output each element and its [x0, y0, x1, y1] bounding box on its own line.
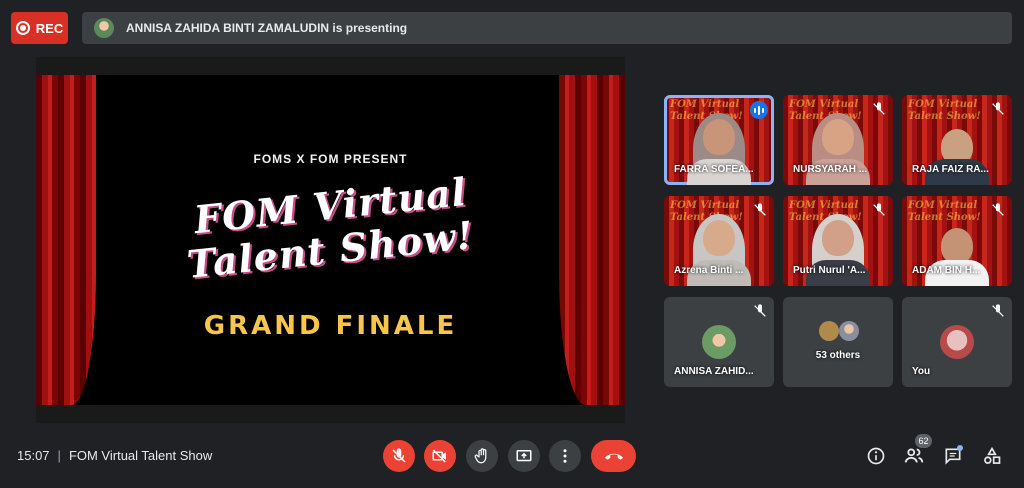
chat-notification-dot [957, 445, 963, 451]
mic-off-icon [754, 203, 766, 216]
presenter-avatar [94, 18, 114, 38]
meeting-time: 15:07 [17, 448, 50, 463]
mic-off-icon [873, 102, 885, 115]
participant-tile[interactable]: FOM Virtual Talent Show! FARRA SOFEA... [664, 95, 774, 185]
meeting-info-button[interactable] [864, 444, 888, 468]
participant-name: ADAM BIN H... [912, 265, 981, 276]
participant-avatar [702, 325, 736, 359]
slide-letterbox-bottom [36, 405, 625, 423]
end-call-icon [604, 453, 623, 460]
participant-count-badge: 62 [915, 434, 932, 448]
self-name: You [912, 366, 931, 377]
presenting-banner: ANNISA ZAHIDA BINTI ZAMALUDIN is present… [82, 12, 1012, 44]
meeting-title: FOM Virtual Talent Show [68, 448, 213, 463]
presentation-stage: FOMS X FOM PRESENT FOM Virtual Talent Sh… [36, 57, 625, 423]
others-count: 53 others [815, 350, 861, 361]
participant-tile[interactable]: FOM Virtual Talent Show! Azrena Binti ..… [664, 196, 774, 286]
activities-icon [984, 446, 1001, 464]
self-avatar [940, 325, 974, 359]
rec-label: REC [35, 20, 64, 36]
record-icon [15, 21, 30, 35]
slide-letterbox-top [36, 57, 625, 75]
participant-name: RAJA FAIZ RA... [912, 164, 989, 175]
participant-name: ANNISA ZAHID... [674, 366, 754, 377]
mic-off-icon [754, 304, 766, 317]
activities-button[interactable] [980, 444, 1004, 468]
mic-off-icon [992, 102, 1004, 115]
present-screen-icon [516, 450, 532, 462]
participant-tile[interactable]: FOM Virtual Talent Show! NURSYARAH ... [783, 95, 893, 185]
mic-toggle-button[interactable] [383, 440, 415, 472]
present-screen-button[interactable] [508, 440, 540, 472]
participant-name: Azrena Binti ... [674, 265, 744, 276]
separator: | [57, 448, 61, 463]
participant-tile[interactable]: FOM Virtual Talent Show! Putri Nurul 'A.… [783, 196, 893, 286]
speaking-icon [750, 101, 768, 119]
others-avatar [819, 321, 839, 341]
self-tile[interactable]: You [902, 297, 1012, 387]
participant-tile[interactable]: FOM Virtual Talent Show! RAJA FAIZ RA... [902, 95, 1012, 185]
more-options-icon [563, 449, 567, 463]
slide-finale: GRAND FINALE [203, 311, 458, 341]
more-options-button[interactable] [549, 440, 581, 472]
people-icon [904, 448, 924, 463]
others-avatar [839, 321, 859, 341]
participant-name: FARRA SOFEA... [674, 164, 754, 175]
mic-off-icon [873, 203, 885, 216]
info-icon [867, 447, 885, 465]
participant-name: Putri Nurul 'A... [793, 265, 866, 276]
mic-off-icon [992, 304, 1004, 317]
camera-off-icon [432, 449, 446, 463]
mic-off-icon [992, 203, 1004, 216]
recording-indicator[interactable]: REC [11, 12, 68, 44]
presenting-text: ANNISA ZAHIDA BINTI ZAMALUDIN is present… [126, 21, 408, 35]
raise-hand-icon [474, 448, 487, 464]
others-tile[interactable]: 53 others [783, 297, 893, 387]
camera-toggle-button[interactable] [424, 440, 456, 472]
participant-tile[interactable]: FOM Virtual Talent Show! ADAM BIN H... [902, 196, 1012, 286]
participant-name: NURSYARAH ... [793, 164, 868, 175]
end-call-button[interactable] [591, 440, 636, 472]
participant-tile[interactable]: ANNISA ZAHID... [664, 297, 774, 387]
mic-off-icon [392, 448, 406, 463]
raise-hand-button[interactable] [466, 440, 498, 472]
meeting-details: 15:07 | FOM Virtual Talent Show [17, 448, 212, 463]
